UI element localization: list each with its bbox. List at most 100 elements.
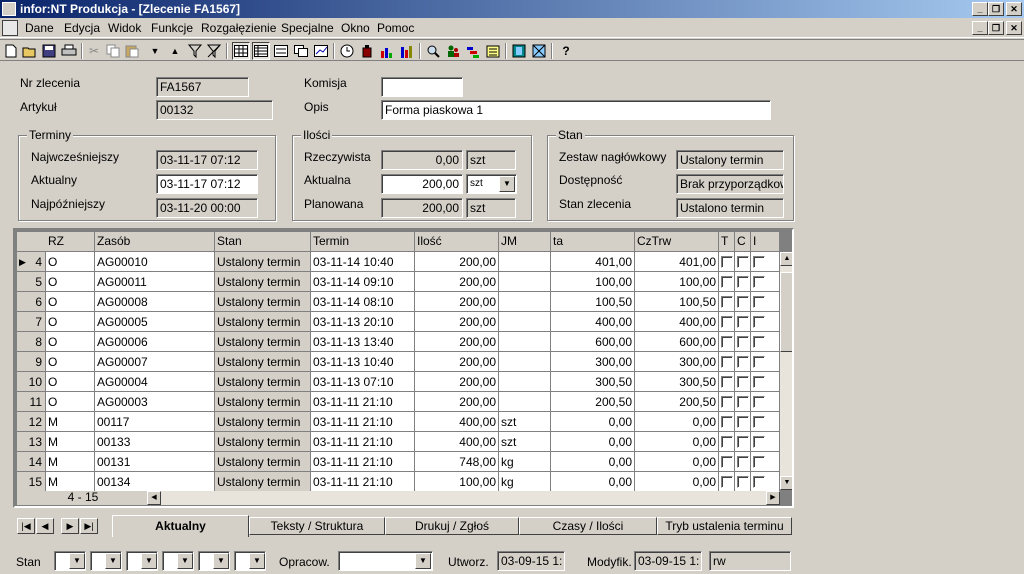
cell-stan[interactable]: Ustalony termin	[215, 292, 311, 312]
stan-zlecenia-field[interactable]: Ustalono termin	[676, 198, 784, 218]
chevron-down-icon[interactable]: ▼	[69, 553, 85, 569]
child-restore-button[interactable]: ❐	[988, 21, 1004, 35]
last-record-icon[interactable]: ▶|	[80, 518, 98, 534]
table-row[interactable]: 10 O AG00004 Ustalony termin 03-11-13 07:10 2…	[15, 372, 780, 392]
cell-cztrw[interactable]: 300,50	[635, 372, 719, 392]
cell-stan[interactable]: Ustalony termin	[215, 312, 311, 332]
chart-icon[interactable]	[312, 42, 330, 60]
checkbox-t[interactable]	[721, 256, 733, 268]
checkbox-t[interactable]	[721, 356, 733, 368]
sort-up-icon[interactable]: ▲	[166, 42, 184, 60]
restore-button[interactable]: ❐	[988, 2, 1004, 16]
checkbox-i[interactable]	[753, 296, 765, 308]
cell-zasob[interactable]: AG00004	[95, 372, 215, 392]
cell-zasob[interactable]: AG00005	[95, 312, 215, 332]
col-header-ta[interactable]: ta	[551, 232, 635, 252]
cell-stan[interactable]: Ustalony termin	[215, 272, 311, 292]
cell-jm[interactable]: szt	[499, 412, 551, 432]
cell-rz[interactable]: M	[46, 472, 95, 492]
cell-stan[interactable]: Ustalony termin	[215, 252, 311, 272]
chevron-down-icon[interactable]: ▼	[177, 553, 193, 569]
cell-stan[interactable]: Ustalony termin	[215, 412, 311, 432]
table-row[interactable]: 5 O AG00011 Ustalony termin 03-11-14 09:10 20…	[15, 272, 780, 292]
aktualna-field[interactable]: 200,00	[381, 174, 463, 194]
cell-jm[interactable]: szt	[499, 432, 551, 452]
cell-jm[interactable]	[499, 252, 551, 272]
row-header[interactable]: ▶ 4	[17, 252, 46, 272]
cell-cztrw[interactable]: 0,00	[635, 472, 719, 492]
komisja-field[interactable]	[381, 77, 463, 97]
cell-ta[interactable]: 300,50	[551, 372, 635, 392]
minimize-button[interactable]: _	[972, 2, 988, 16]
save-icon[interactable]	[40, 42, 58, 60]
tab-czasy-ilosci[interactable]: Czasy / Ilości	[519, 517, 657, 535]
cell-ilosc[interactable]: 200,00	[415, 272, 499, 292]
copy-icon[interactable]	[104, 42, 122, 60]
tab-aktualny[interactable]: Aktualny	[112, 515, 249, 537]
col-header-termin[interactable]: Termin	[311, 232, 415, 252]
cell-termin[interactable]: 03-11-11 21:10	[311, 452, 415, 472]
menu-pomoc[interactable]: Pomoc	[377, 21, 414, 35]
checkbox-i[interactable]	[753, 476, 765, 488]
opis-field[interactable]: Forma piaskowa 1	[381, 100, 771, 120]
people-icon[interactable]	[444, 42, 462, 60]
prev-record-icon[interactable]: ◀	[36, 518, 54, 534]
artykul-field[interactable]: 00132	[156, 100, 273, 120]
utworz-field[interactable]: 03-09-15 1:	[497, 551, 565, 571]
menu-rozgalezienie[interactable]: Rozgałęzienie	[201, 21, 276, 35]
chevron-down-icon[interactable]: ▼	[499, 176, 515, 192]
cell-rz[interactable]: M	[46, 412, 95, 432]
col-header-c[interactable]: C	[735, 232, 751, 252]
checkbox-t[interactable]	[721, 416, 733, 428]
nr-zlecenia-field[interactable]: FA1567	[156, 77, 249, 97]
checkbox-c[interactable]	[737, 296, 749, 308]
dostepnosc-field[interactable]: Brak przyporządkow	[676, 174, 784, 194]
checkbox-i[interactable]	[753, 376, 765, 388]
clear-filter-icon[interactable]	[205, 42, 223, 60]
cell-cztrw[interactable]: 200,50	[635, 392, 719, 412]
table-row[interactable]: 6 O AG00008 Ustalony termin 03-11-14 08:10 20…	[15, 292, 780, 312]
cell-jm[interactable]	[499, 372, 551, 392]
paste-icon[interactable]	[123, 42, 141, 60]
cell-stan[interactable]: Ustalony termin	[215, 452, 311, 472]
cell-rz[interactable]: M	[46, 452, 95, 472]
table-row[interactable]: ▶ 4 O AG00010 Ustalony termin 03-11-14 10:40 2…	[15, 252, 780, 272]
cell-ta[interactable]: 0,00	[551, 472, 635, 492]
cell-cztrw[interactable]: 400,00	[635, 312, 719, 332]
cell-ta[interactable]: 200,50	[551, 392, 635, 412]
cell-ilosc[interactable]: 200,00	[415, 372, 499, 392]
cell-zasob[interactable]: AG00011	[95, 272, 215, 292]
column-chart-icon[interactable]	[398, 42, 416, 60]
modyfik-field[interactable]: 03-09-15 1:	[634, 551, 702, 571]
cell-zasob[interactable]: AG00003	[95, 392, 215, 412]
cell-cztrw[interactable]: 0,00	[635, 412, 719, 432]
cell-ta[interactable]: 0,00	[551, 432, 635, 452]
tab-tryb-ustalenia[interactable]: Tryb ustalenia terminu	[657, 517, 792, 535]
table-row[interactable]: 11 O AG00003 Ustalony termin 03-11-11 21:10 2…	[15, 392, 780, 412]
operations-grid[interactable]: RZ Zasób Stan Termin Ilość JM ta CzTrw T…	[13, 228, 794, 508]
dropdown-icon[interactable]: ▼	[146, 42, 164, 60]
cut-icon[interactable]: ✂	[85, 42, 103, 60]
checkbox-c[interactable]	[737, 276, 749, 288]
col-header-stan[interactable]: Stan	[215, 232, 311, 252]
row-header[interactable]: 9	[17, 352, 46, 372]
col-header-t[interactable]: T	[719, 232, 735, 252]
checkbox-i[interactable]	[753, 256, 765, 268]
checkbox-t[interactable]	[721, 336, 733, 348]
cell-cztrw[interactable]: 600,00	[635, 332, 719, 352]
table-view-icon[interactable]	[252, 42, 270, 60]
checkbox-t[interactable]	[721, 296, 733, 308]
checkbox-c[interactable]	[737, 396, 749, 408]
cell-zasob[interactable]: 00131	[95, 452, 215, 472]
cell-termin[interactable]: 03-11-13 10:40	[311, 352, 415, 372]
cell-jm[interactable]	[499, 272, 551, 292]
cell-cztrw[interactable]: 401,00	[635, 252, 719, 272]
col-header-jm[interactable]: JM	[499, 232, 551, 252]
cell-jm[interactable]	[499, 352, 551, 372]
table-row[interactable]: 14 M 00131 Ustalony termin 03-11-11 21:10 748…	[15, 452, 780, 472]
table-row[interactable]: 8 O AG00006 Ustalony termin 03-11-13 13:40 20…	[15, 332, 780, 352]
cell-stan[interactable]: Ustalony termin	[215, 352, 311, 372]
cell-jm[interactable]	[499, 332, 551, 352]
cell-cztrw[interactable]: 0,00	[635, 432, 719, 452]
cell-termin[interactable]: 03-11-14 08:10	[311, 292, 415, 312]
